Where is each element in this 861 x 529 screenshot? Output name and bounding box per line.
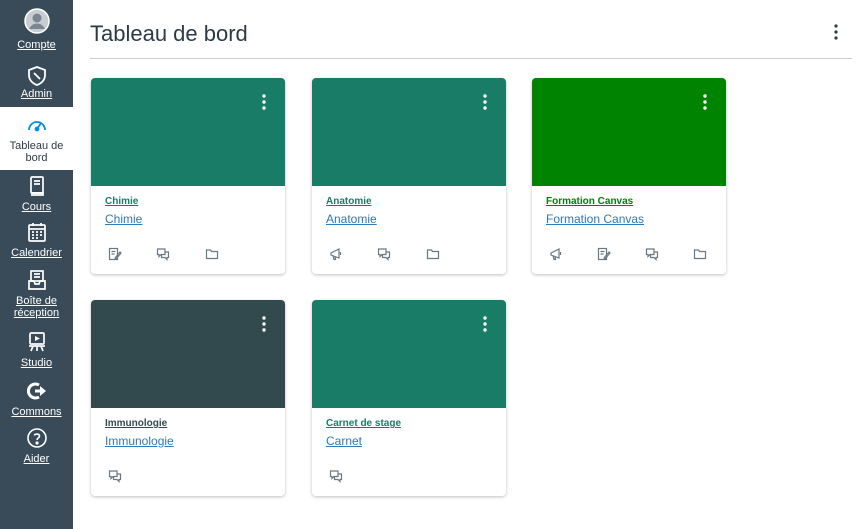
files-icon[interactable] [204, 246, 220, 262]
course-card-name[interactable]: Anatomie [326, 212, 377, 226]
course-card-name[interactable]: Carnet [326, 434, 362, 448]
course-card-hero[interactable] [312, 300, 506, 408]
account-icon [23, 8, 50, 34]
course-card-hero[interactable] [532, 78, 726, 186]
nav-dashboard[interactable]: Tableau de bord [0, 107, 73, 170]
kebab-menu-icon [483, 316, 487, 332]
course-card-name[interactable]: Chimie [105, 212, 142, 226]
nav-calendar[interactable]: Calendrier [0, 220, 73, 259]
nav-inbox-label: Boîte de réception [13, 295, 60, 319]
nav-admin[interactable]: Admin [0, 64, 73, 100]
course-card: Chimie Chimie [91, 78, 285, 274]
nav-studio-label: Studio [20, 357, 53, 369]
discussions-icon[interactable] [644, 246, 660, 262]
nav-help-label: Aider [23, 453, 50, 465]
kebab-menu-icon [834, 24, 838, 40]
course-card: Immunologie Immunologie [91, 300, 285, 496]
course-card-code[interactable]: Formation Canvas [546, 196, 633, 207]
discussions-icon[interactable] [155, 246, 171, 262]
global-nav-sidebar: Compte Admin Tableau de bord Cours Calen… [0, 0, 73, 529]
course-card-options-button[interactable] [698, 92, 712, 112]
nav-dashboard-label: Tableau de bord [9, 140, 64, 164]
help-icon [26, 426, 48, 450]
course-card-code[interactable]: Immunologie [105, 418, 167, 429]
calendar-icon [27, 220, 47, 244]
nav-courses[interactable]: Cours [0, 174, 73, 213]
course-card: Carnet de stage Carnet [312, 300, 506, 496]
course-card-code[interactable]: Carnet de stage [326, 418, 401, 429]
dashboard-options-button[interactable] [826, 20, 846, 44]
studio-icon [27, 330, 47, 354]
course-card: Anatomie Anatomie [312, 78, 506, 274]
discussions-icon[interactable] [376, 246, 392, 262]
dashboard-gauge-icon [26, 113, 48, 137]
kebab-menu-icon [483, 94, 487, 110]
nav-admin-label: Admin [20, 88, 53, 100]
nav-courses-label: Cours [21, 201, 52, 213]
courses-book-icon [28, 174, 46, 198]
course-card-options-button[interactable] [478, 314, 492, 334]
nav-help[interactable]: Aider [0, 426, 73, 465]
files-icon[interactable] [692, 246, 708, 262]
commons-icon [26, 379, 47, 403]
announcements-icon[interactable] [548, 246, 564, 262]
nav-commons-label: Commons [11, 406, 62, 418]
course-card: Formation Canvas Formation Canvas [532, 78, 726, 274]
announcements-icon[interactable] [328, 246, 344, 262]
admin-shield-icon [26, 64, 48, 88]
course-card-hero[interactable] [91, 78, 285, 186]
assignments-icon[interactable] [596, 246, 612, 262]
discussions-icon[interactable] [107, 468, 123, 484]
nav-inbox[interactable]: Boîte de réception [0, 268, 73, 319]
kebab-menu-icon [703, 94, 707, 110]
files-icon[interactable] [425, 246, 441, 262]
page-title: Tableau de bord [90, 21, 248, 46]
nav-calendar-label: Calendrier [11, 247, 62, 259]
nav-commons[interactable]: Commons [0, 379, 73, 418]
course-card-code[interactable]: Chimie [105, 196, 138, 207]
header-divider [90, 58, 852, 59]
course-card-options-button[interactable] [478, 92, 492, 112]
kebab-menu-icon [262, 316, 266, 332]
nav-account[interactable]: Compte [0, 8, 73, 51]
nav-studio[interactable]: Studio [0, 330, 73, 369]
course-card-name[interactable]: Formation Canvas [546, 212, 644, 226]
kebab-menu-icon [262, 94, 266, 110]
assignments-icon[interactable] [107, 246, 123, 262]
course-card-code[interactable]: Anatomie [326, 196, 372, 207]
course-card-hero[interactable] [91, 300, 285, 408]
nav-account-label: Compte [17, 39, 56, 51]
course-card-options-button[interactable] [257, 92, 271, 112]
course-card-hero[interactable] [312, 78, 506, 186]
course-card-options-button[interactable] [257, 314, 271, 334]
discussions-icon[interactable] [328, 468, 344, 484]
course-card-name[interactable]: Immunologie [105, 434, 174, 448]
inbox-icon [27, 268, 47, 292]
